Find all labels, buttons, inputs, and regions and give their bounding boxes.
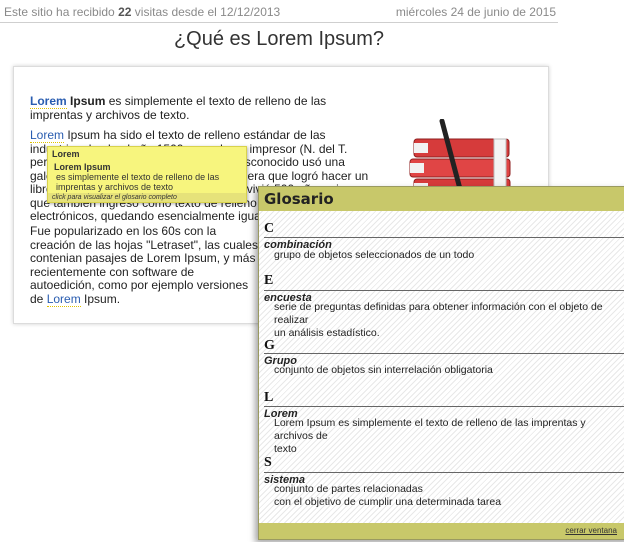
glossary-definition: serie de preguntas definidas para obtene…	[274, 301, 603, 339]
visit-count: 22	[118, 5, 132, 19]
glossary-definition: Lorem Ipsum es simplemente el texto de r…	[274, 417, 586, 455]
paragraph-1: Lorem Ipsum es simplemente el texto de r…	[30, 94, 327, 122]
glossary-term-lorem[interactable]: Lorem	[46, 291, 81, 307]
glossary-definition: conjunto de partes relacionadas con el o…	[274, 483, 502, 508]
glossary-letter: S	[264, 455, 272, 470]
glossary-letter: L	[264, 390, 274, 405]
glossary-tooltip: Lorem Lorem Ipsum es simplemente el text…	[47, 146, 247, 203]
close-window-link[interactable]: cerrar ventana	[565, 526, 617, 535]
glossary-window: Glosario C combinación grupo de objetos …	[258, 186, 624, 540]
glossary-letter: G	[264, 338, 275, 353]
glossary-title: Glosario	[259, 187, 624, 211]
tooltip-term: Lorem Ipsum	[54, 162, 111, 172]
paragraph-3: Fue popularizado en los 60s con la creac…	[30, 224, 258, 307]
visit-counter: Este sitio ha recibido 22 visitas desde …	[4, 5, 281, 19]
tooltip-open-glossary-link[interactable]: click para visualizar el glosario comple…	[48, 193, 246, 202]
current-date: miércoles 24 de junio de 2015	[395, 5, 556, 19]
glossary-definition: grupo de objetos seleccionados de un tod…	[274, 249, 475, 261]
term-ipsum: Ipsum	[70, 94, 106, 108]
glossary-letter: E	[264, 273, 274, 288]
top-bar: Este sitio ha recibido 22 visitas desde …	[0, 0, 558, 23]
page-title: ¿Qué es Lorem Ipsum?	[173, 28, 385, 50]
glossary-footer: cerrar ventana	[259, 523, 624, 539]
tooltip-definition: es simplemente el texto de relleno de la…	[56, 172, 220, 192]
tooltip-title: Lorem	[52, 149, 80, 159]
glossary-letter: C	[264, 221, 275, 236]
glossary-definition: conjunto de objetos sin interrelación ob…	[274, 364, 493, 376]
